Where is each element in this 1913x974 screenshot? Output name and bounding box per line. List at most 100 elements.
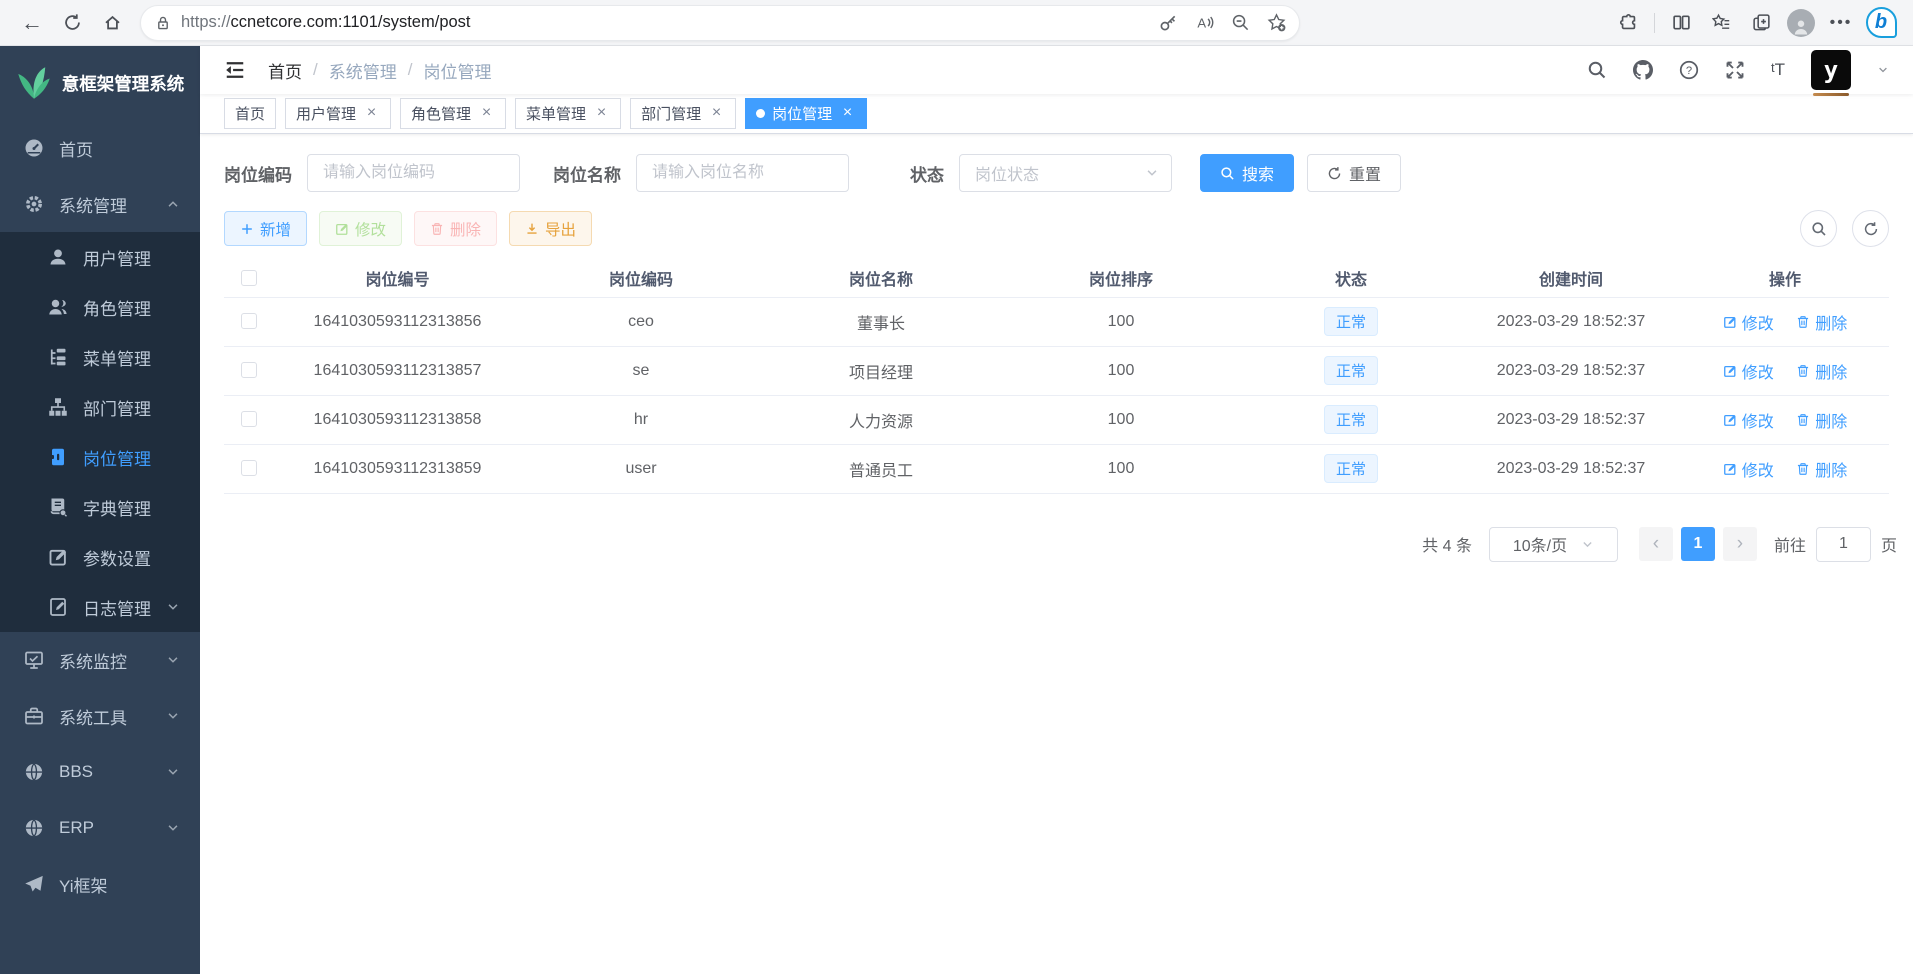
reset-button[interactable]: 重置: [1307, 154, 1401, 192]
favorites-bar-icon[interactable]: [1703, 5, 1739, 41]
chevron-down-icon: [166, 709, 180, 723]
monitor-icon: [24, 650, 44, 670]
sidebar-item-label: 岗位管理: [83, 445, 151, 470]
sidebar-item-label: BBS: [59, 762, 93, 782]
row-edit-link[interactable]: 修改: [1723, 310, 1774, 334]
status-select[interactable]: 岗位状态: [959, 154, 1172, 192]
close-icon[interactable]: ×: [593, 105, 610, 122]
row-delete-link[interactable]: 删除: [1796, 310, 1847, 334]
site-lock-icon[interactable]: [155, 15, 171, 31]
profile-avatar[interactable]: [1783, 5, 1819, 41]
add-button[interactable]: 新增: [224, 211, 307, 246]
sidebar-item-erp[interactable]: ERP: [0, 800, 200, 856]
sidebar-item-dept-mgmt[interactable]: 部门管理: [0, 382, 200, 432]
tag-dept-mgmt[interactable]: 部门管理×: [630, 98, 736, 129]
row-checkbox[interactable]: [241, 411, 257, 427]
table-row: 1641030593112313857 se 项目经理 100 正常 2023-…: [224, 346, 1889, 395]
app-logo[interactable]: 意框架管理系统: [0, 46, 200, 120]
delete-button[interactable]: 删除: [414, 211, 497, 246]
tag-menu-mgmt[interactable]: 菜单管理×: [515, 98, 621, 129]
sidebar-item-user-mgmt[interactable]: 用户管理: [0, 232, 200, 282]
collections-icon[interactable]: [1743, 5, 1779, 41]
sidebar-item-system[interactable]: 系统管理: [0, 176, 200, 232]
app-title: 意框架管理系统: [62, 71, 185, 96]
tag-post-mgmt[interactable]: 岗位管理×: [745, 98, 867, 129]
password-key-icon[interactable]: [1151, 8, 1185, 38]
sidebar-fold-icon[interactable]: [224, 59, 246, 81]
sidebar-item-label: Yi框架: [59, 872, 108, 897]
browser-toolbar: ← https://ccnetcore.com:1101/system/post…: [0, 0, 1913, 46]
row-delete-link[interactable]: 删除: [1796, 359, 1847, 383]
split-screen-icon[interactable]: [1663, 5, 1699, 41]
sidebar-item-home[interactable]: 首页: [0, 120, 200, 176]
post-name-input[interactable]: [636, 154, 849, 192]
sidebar-item-label: 用户管理: [83, 245, 151, 270]
github-icon[interactable]: [1633, 60, 1653, 80]
fullscreen-icon[interactable]: [1725, 60, 1745, 80]
browser-menu-icon[interactable]: •••: [1823, 5, 1859, 41]
plant-logo-icon: [16, 65, 52, 101]
post-code-input[interactable]: [307, 154, 520, 192]
row-checkbox[interactable]: [241, 313, 257, 329]
sidebar-item-monitor[interactable]: 系统监控: [0, 632, 200, 688]
row-delete-link[interactable]: 删除: [1796, 408, 1847, 432]
sidebar-item-yi-framework[interactable]: Yi框架: [0, 856, 200, 912]
edit-button[interactable]: 修改: [319, 211, 402, 246]
total-count: 共 4 条: [1422, 532, 1472, 556]
sidebar-item-menu-mgmt[interactable]: 菜单管理: [0, 332, 200, 382]
chevron-down-icon: [166, 765, 180, 779]
breadcrumb-home[interactable]: 首页: [268, 58, 302, 83]
row-edit-link[interactable]: 修改: [1723, 359, 1774, 383]
page-number-1[interactable]: 1: [1681, 527, 1715, 561]
sidebar-item-dict-mgmt[interactable]: 字典管理: [0, 482, 200, 532]
zoom-out-icon[interactable]: [1223, 8, 1257, 38]
address-bar[interactable]: https://ccnetcore.com:1101/system/post A: [140, 5, 1300, 41]
next-page-button[interactable]: ›: [1723, 527, 1757, 561]
tag-role-mgmt[interactable]: 角色管理×: [400, 98, 506, 129]
breadcrumb-current: 岗位管理: [423, 58, 491, 83]
tag-user-mgmt[interactable]: 用户管理×: [285, 98, 391, 129]
export-button[interactable]: 导出: [509, 211, 592, 246]
close-icon[interactable]: ×: [478, 105, 495, 122]
tag-home[interactable]: 首页: [224, 98, 276, 129]
log-document-icon: [48, 597, 68, 617]
close-icon[interactable]: ×: [708, 105, 725, 122]
user-avatar[interactable]: y: [1811, 50, 1851, 90]
sidebar-item-log-mgmt[interactable]: 日志管理: [0, 582, 200, 632]
close-icon[interactable]: ×: [363, 105, 380, 122]
help-icon[interactable]: ?: [1679, 60, 1699, 80]
close-icon[interactable]: ×: [839, 105, 856, 122]
toggle-search-button[interactable]: [1800, 210, 1837, 247]
sidebar-item-tools[interactable]: 系统工具: [0, 688, 200, 744]
select-all-checkbox[interactable]: [241, 270, 257, 286]
row-delete-link[interactable]: 删除: [1796, 457, 1847, 481]
read-aloud-icon[interactable]: A: [1187, 8, 1221, 38]
page-size-select[interactable]: 10条/页: [1489, 527, 1618, 562]
chevron-down-icon: [166, 653, 180, 667]
refresh-table-button[interactable]: [1852, 210, 1889, 247]
chevron-down-icon: [1581, 538, 1594, 551]
text-size-icon[interactable]: tT: [1771, 60, 1785, 80]
prev-page-button[interactable]: ‹: [1639, 527, 1673, 561]
browser-home-button[interactable]: [94, 5, 130, 41]
row-checkbox[interactable]: [241, 362, 257, 378]
header-search-icon[interactable]: [1587, 60, 1607, 80]
user-menu-caret-icon[interactable]: [1877, 64, 1889, 76]
sidebar-item-label: 系统监控: [59, 648, 127, 673]
bing-chat-icon[interactable]: b: [1863, 5, 1899, 41]
browser-extensions-icon[interactable]: [1610, 5, 1646, 41]
sidebar-item-post-mgmt[interactable]: 岗位管理: [0, 432, 200, 482]
browser-refresh-button[interactable]: [54, 5, 90, 41]
goto-page-input[interactable]: [1816, 527, 1871, 562]
search-button[interactable]: 搜索: [1200, 154, 1294, 192]
browser-back-button[interactable]: ←: [14, 5, 50, 41]
sidebar-item-param-settings[interactable]: 参数设置: [0, 532, 200, 582]
sidebar-item-bbs[interactable]: BBS: [0, 744, 200, 800]
post-code-label: 岗位编码: [224, 161, 292, 186]
row-edit-link[interactable]: 修改: [1723, 408, 1774, 432]
row-edit-link[interactable]: 修改: [1723, 457, 1774, 481]
sidebar-item-role-mgmt[interactable]: 角色管理: [0, 282, 200, 332]
page-content: 岗位编码 岗位名称 状态 岗位状态 搜索 重置: [200, 134, 1913, 974]
favorites-add-icon[interactable]: [1259, 8, 1293, 38]
row-checkbox[interactable]: [241, 460, 257, 476]
